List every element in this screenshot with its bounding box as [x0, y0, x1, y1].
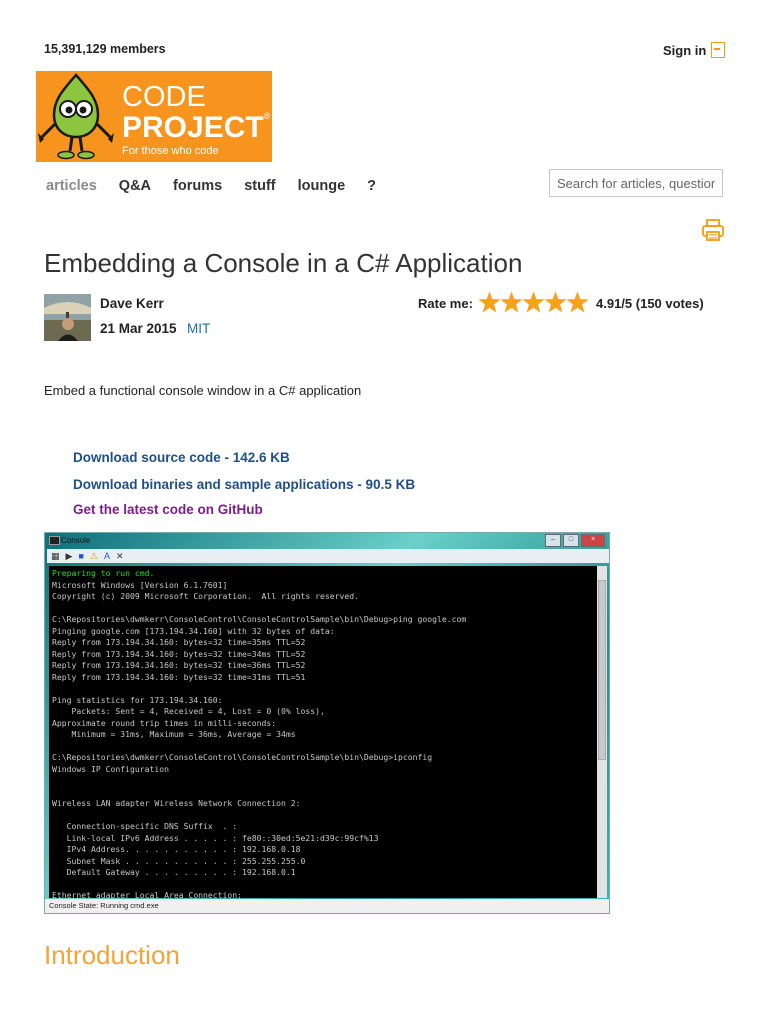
- article-title: Embedding a Console in a C# Application: [44, 248, 523, 278]
- article-date: 21 Mar 2015: [100, 321, 177, 336]
- star-icon[interactable]: [522, 289, 545, 315]
- download-source-link[interactable]: Download source code - 142.6 KB: [73, 450, 290, 465]
- sign-in-label: Sign in: [663, 42, 707, 58]
- rating-score: 4.91/5 (150 votes): [596, 296, 704, 311]
- article-summary: Embed a functional console window in a C…: [44, 383, 362, 398]
- license-link[interactable]: MIT: [187, 321, 210, 336]
- rate-me-label: Rate me:: [418, 296, 473, 311]
- codeproject-logo[interactable]: CODE PROJECT® For those who code: [36, 71, 272, 162]
- close-icon: ×: [581, 534, 605, 547]
- search-input[interactable]: [549, 169, 723, 197]
- toolbar-grid-icon: ▦: [51, 550, 60, 561]
- logo-tagline: For those who code: [122, 145, 219, 157]
- toolbar-play-icon: ▶: [65, 550, 73, 561]
- print-icon[interactable]: [701, 218, 725, 242]
- console-toolbar: ▦ ▶ ■ ⚠ A ✕: [47, 549, 609, 563]
- maximize-icon: □: [563, 534, 579, 547]
- toolbar-font-icon: A: [103, 551, 110, 561]
- window-app-icon: [49, 536, 60, 545]
- star-icon[interactable]: [478, 289, 501, 315]
- logo-code-text: CODE: [122, 81, 206, 113]
- console-output: Preparing to run cmd. Microsoft Windows …: [49, 566, 597, 898]
- bob-mascot-icon: [38, 73, 114, 160]
- star-icon[interactable]: [500, 289, 523, 315]
- download-binaries-link[interactable]: Download binaries and sample application…: [73, 477, 415, 492]
- console-status-bar: Console State: Running cmd.exe: [45, 899, 609, 913]
- star-icon[interactable]: [566, 289, 589, 315]
- sign-in-icon: [711, 42, 726, 58]
- member-count: 15,391,129 members: [44, 42, 166, 56]
- nav-help[interactable]: ?: [367, 178, 376, 194]
- minimize-icon: –: [545, 534, 561, 547]
- console-status-line: Preparing to run cmd.: [52, 568, 155, 578]
- window-controls: – □ ×: [545, 534, 605, 547]
- toolbar-stop-icon: ■: [78, 551, 84, 561]
- nav-stuff[interactable]: stuff: [244, 178, 275, 194]
- window-titlebar: Console – □ ×: [45, 533, 609, 547]
- console-text: Microsoft Windows [Version 6.1.7601] Cop…: [52, 579, 467, 899]
- author-avatar[interactable]: [44, 294, 91, 341]
- introduction-heading: Introduction: [44, 940, 180, 970]
- github-link[interactable]: Get the latest code on GitHub: [73, 502, 263, 517]
- nav-qa[interactable]: Q&A: [119, 178, 151, 194]
- toolbar-clear-icon: ✕: [115, 550, 124, 561]
- nav-lounge[interactable]: lounge: [298, 178, 346, 194]
- toolbar-warning-icon: ⚠: [89, 550, 98, 561]
- sign-in-link[interactable]: Sign in: [663, 42, 726, 58]
- nav-forums[interactable]: forums: [173, 178, 222, 194]
- rating-stars[interactable]: [478, 289, 589, 315]
- console-screenshot: Console – □ × ▦ ▶ ■ ⚠ A ✕ Preparing to r…: [44, 532, 610, 914]
- author-name-link[interactable]: Dave Kerr: [100, 296, 164, 311]
- console-scrollbar: [597, 566, 607, 898]
- nav-articles[interactable]: articles: [46, 178, 97, 194]
- logo-project-text: PROJECT®: [122, 111, 271, 144]
- star-icon[interactable]: [544, 289, 567, 315]
- main-nav: articles Q&A forums stuff lounge ?: [46, 178, 398, 194]
- window-title: Console: [61, 535, 91, 545]
